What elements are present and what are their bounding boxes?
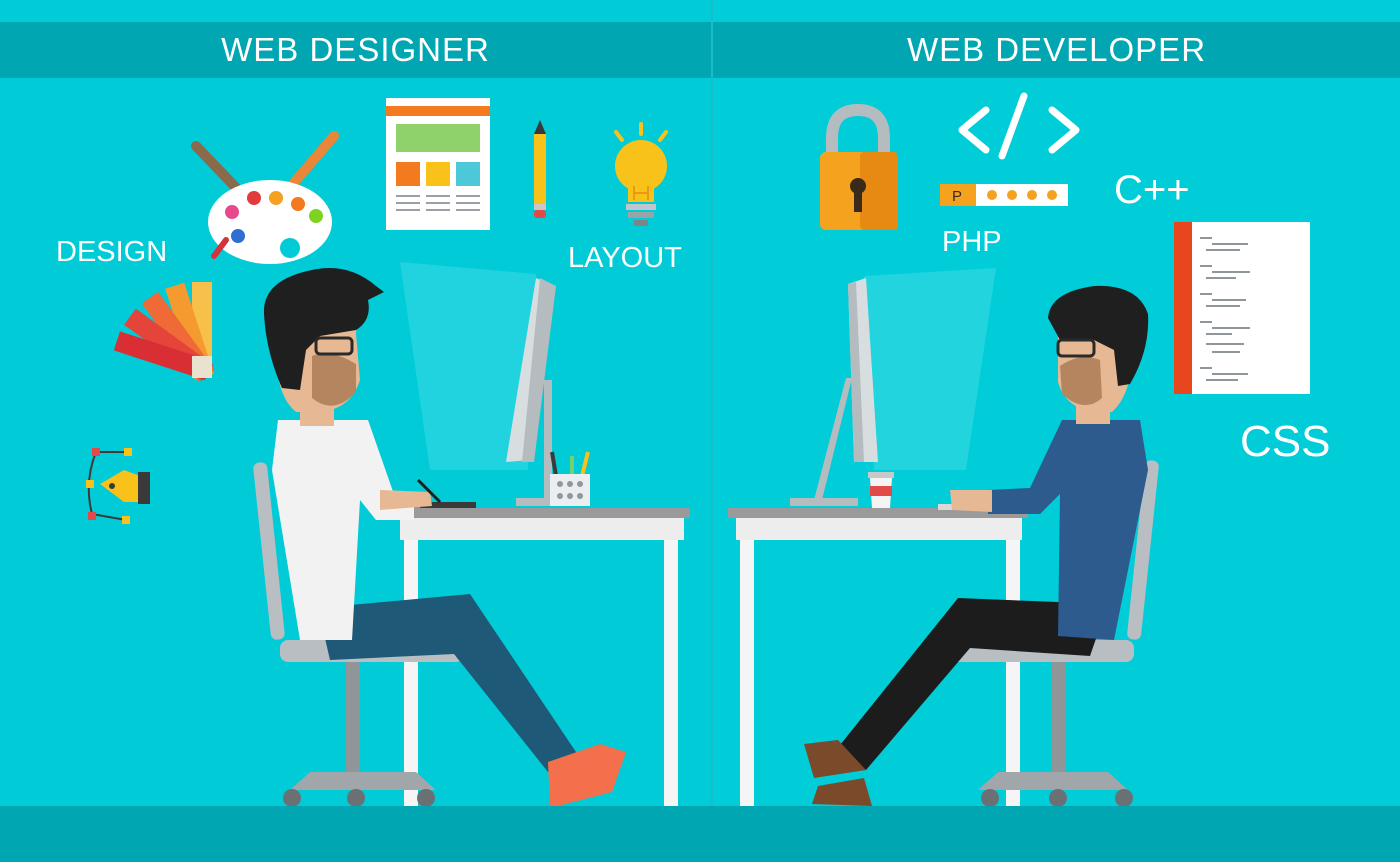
floor-band: [0, 806, 1400, 862]
paint-palette-icon: [191, 131, 339, 264]
pencil-icon: [534, 120, 546, 218]
developer-screen-glow: [864, 268, 996, 470]
password-field-icon: P: [940, 184, 1068, 206]
padlock-icon: [820, 103, 898, 230]
developer-monitor: [790, 278, 878, 506]
code-document-icon: [1174, 222, 1310, 394]
scene-graphics: P: [86, 92, 1310, 808]
lightbulb-icon: [614, 122, 668, 226]
password-prefix: P: [952, 188, 962, 205]
pen-tool-icon: [86, 448, 150, 524]
designer-pencil-cup: [550, 451, 590, 506]
illustration-scene: WEB DESIGNER WEB DEVELOPER DESIGN LAYOUT…: [0, 0, 1400, 862]
webpage-mockup-icon: [386, 98, 490, 230]
coffee-cup-icon: [868, 472, 894, 508]
color-swatch-icon: [113, 282, 215, 382]
code-brackets-icon: [958, 92, 1080, 160]
